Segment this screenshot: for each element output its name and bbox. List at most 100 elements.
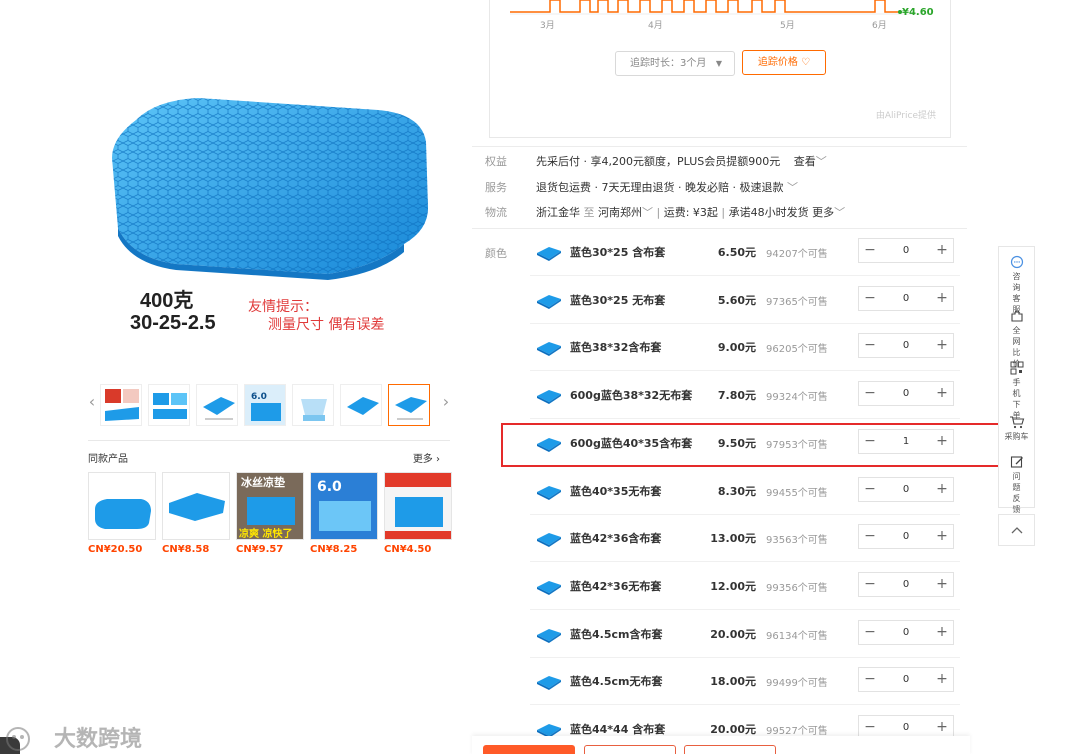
sidebar-item-mobile-order[interactable]: 手机下单 [999,361,1034,421]
quantity-input[interactable] [883,718,929,737]
sku-stock: 96134个可售 [766,630,828,642]
similar-product-price: CN¥8.25 [310,544,358,555]
minus-icon[interactable]: − [859,668,881,691]
quantity-stepper: −+ [858,428,954,454]
thumbnail-image[interactable] [148,384,190,426]
quantity-input[interactable] [883,670,929,690]
sku-name: 蓝色4.5cm无布套 [570,675,663,689]
quantity-stepper: −+ [858,571,954,597]
minus-icon[interactable]: − [859,334,881,357]
plus-icon[interactable]: + [931,668,953,691]
chevron-left-icon[interactable]: ‹ [86,392,98,411]
logistics-text: 浙江金华 至 河南郑州﹀ | 运费: ¥3起 | 承诺48小时发货 更多﹀ [536,206,846,219]
sidebar-item-compare-price[interactable]: 全网比价 [999,309,1034,369]
similar-product-image: 冰丝凉垫 凉爽 凉快了 [236,472,304,540]
bottom-action-bar [472,736,970,754]
similar-products-more-link[interactable]: 更多 › [413,450,440,465]
sku-thumbnail-icon [537,485,561,500]
quantity-input[interactable] [883,384,929,404]
primary-order-button[interactable] [483,745,575,754]
watermark-text: 大数跨境 [54,727,143,752]
sku-row: 蓝色4.5cm无布套18.00元99499个可售−+ [530,657,960,706]
sidebar-item-customer-service[interactable]: 咨询客服 [999,255,1034,315]
sku-price: 20.00元 [710,627,756,641]
similar-product-card[interactable]: CN¥8.58 [162,472,230,555]
chat-bubble-icon [1010,255,1023,269]
quantity-input[interactable] [883,288,929,308]
minus-icon[interactable]: − [859,478,881,501]
service-text[interactable]: 退货包运费 · 7天无理由退货 · 晚发必赔 · 极速退款 ﹀ [536,179,798,195]
back-to-top-button[interactable] [998,514,1035,546]
plus-icon[interactable]: + [931,287,953,310]
thumbnail-image-active[interactable] [388,384,430,426]
quantity-input[interactable] [883,479,929,499]
track-price-label: 追踪价格 [757,57,798,68]
sidebar-item-purchase-cart[interactable]: 采购车 [999,415,1034,442]
thumbnail-image[interactable] [196,384,238,426]
plus-icon[interactable]: + [931,525,953,548]
chevron-down-icon: ﹀ [642,206,653,219]
minus-icon[interactable]: − [859,621,881,644]
logistics-more-link[interactable]: 更多﹀ [812,206,845,219]
quantity-input[interactable] [883,431,929,451]
sku-row: 蓝色42*36无布套12.00元99356个可售−+ [530,562,960,610]
quantity-input[interactable] [883,527,929,547]
sku-thumbnail-icon [537,294,561,309]
promo-bottom-text: 凉爽 凉快了 [239,527,292,540]
track-duration-select[interactable]: 追踪时长：3个月 ▼ [615,51,735,76]
track-price-button[interactable]: 追踪价格 ♡ [742,50,826,75]
plus-icon[interactable]: + [931,478,953,501]
logistics-destination[interactable]: 河南郑州﹀ [598,206,653,219]
minus-icon[interactable]: − [859,430,881,453]
plus-icon[interactable]: + [931,239,953,262]
sku-thumbnail-icon [537,533,561,548]
sku-price: 7.80元 [717,389,756,403]
add-to-cart-button[interactable] [584,745,676,754]
minus-icon[interactable]: − [859,287,881,310]
thumbnail-image[interactable] [292,384,334,426]
chart-last-price: ¥4.60 [902,7,934,18]
quantity-stepper: −+ [858,381,954,407]
chevron-down-icon: ﹀ [834,206,846,219]
minus-icon[interactable]: − [859,525,881,548]
quantity-input[interactable] [883,336,929,356]
similar-product-image: 6.0 [310,472,378,540]
chart-month-label: 3月 [540,21,555,31]
price-history-panel: 3月 4月 5月 6月 ¥4.60 追踪时长：3个月 ▼ 追踪价格 ♡ 由Ali… [489,0,951,138]
minus-icon[interactable]: − [859,239,881,262]
sku-name: 蓝色40*35无布套 [570,484,662,498]
logistics-fee: 运费: ¥3起 [663,206,718,219]
similar-product-card[interactable]: 冰丝凉垫 凉爽 凉快了 CN¥9.57 [236,472,304,555]
similar-product-card[interactable]: CN¥4.50 [384,472,452,555]
similar-product-image [88,472,156,540]
sku-price: 13.00元 [710,532,756,546]
sidebar-item-feedback[interactable]: 问题反馈 [999,455,1034,515]
thumbnail-image[interactable] [340,384,382,426]
similar-product-card[interactable]: CN¥20.50 [88,472,156,555]
quantity-input[interactable] [883,622,929,642]
plus-icon[interactable]: + [931,621,953,644]
quantity-input[interactable] [883,241,929,260]
logistics-origin[interactable]: 浙江金华 [536,206,580,219]
minus-icon[interactable]: − [859,573,881,596]
quantity-stepper: −+ [858,238,954,263]
main-image-size-text: 30-25-2.5 [130,312,216,334]
thumbnail-image[interactable] [100,384,142,426]
plus-icon[interactable]: + [931,573,953,596]
plus-icon[interactable]: + [931,382,953,405]
chevron-down-icon: ﹀ [786,181,798,194]
benefit-view-link[interactable]: 查看﹀ [794,155,827,168]
similar-product-card[interactable]: 6.0 CN¥8.25 [310,472,378,555]
thumbnail-strip: ‹ 6.0 › [86,382,454,428]
destination-label: 河南郑州 [598,206,642,219]
quantity-input[interactable] [883,574,929,594]
chart-month-label: 6月 [872,21,887,31]
chevron-right-icon[interactable]: › [440,392,452,411]
plus-icon[interactable]: + [931,430,953,453]
plus-icon[interactable]: + [931,334,953,357]
main-image-tip-title: 友情提示： [248,299,318,315]
minus-icon[interactable]: − [859,382,881,405]
thumbnail-image[interactable]: 6.0 [244,384,286,426]
similar-product-price: CN¥20.50 [88,544,143,555]
secondary-action-button[interactable] [684,745,776,754]
